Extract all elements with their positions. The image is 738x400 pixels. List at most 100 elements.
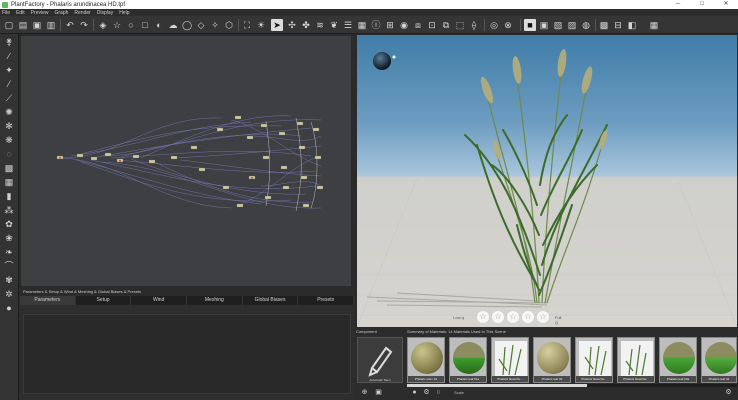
chart-icon[interactable]: ▨ [566, 19, 578, 31]
rating-star-2[interactable]: ☆ [492, 311, 504, 323]
grid-layout-icon[interactable]: ⊟ [612, 19, 624, 31]
fit-view-icon[interactable]: ⛶ [241, 19, 253, 31]
scatter-icon[interactable]: ⁂ [3, 204, 15, 216]
sun-icon[interactable]: ☀ [255, 19, 267, 31]
square-icon[interactable]: □ [139, 19, 151, 31]
settings-icon[interactable]: ⚙ [422, 388, 431, 397]
rating-star-4[interactable]: ☆ [522, 311, 534, 323]
grid-icon[interactable]: ⊞ [384, 19, 396, 31]
save-as-icon[interactable]: ▥ [45, 19, 57, 31]
material-thumb[interactable]: Phalaris leaf 04 [701, 337, 737, 383]
fern-icon[interactable]: ✺ [3, 106, 15, 118]
hide-icon[interactable]: ◎ [488, 19, 500, 31]
menu-file[interactable]: File [2, 10, 10, 16]
node-graph-editor[interactable] [20, 35, 352, 287]
rating-star-1[interactable]: ☆ [477, 311, 489, 323]
menu-display[interactable]: Display [97, 10, 113, 16]
star-icon[interactable]: ☆ [111, 19, 123, 31]
material-thumb[interactable]: Phalaris stem 01 [407, 337, 445, 383]
material-thumb[interactable]: Phalaris leaf 03a [659, 337, 697, 383]
select-arrow-icon[interactable]: ➤ [271, 19, 283, 31]
stem-icon[interactable]: ∕ [3, 50, 15, 62]
rating-star-3[interactable]: ☆ [507, 311, 519, 323]
add-icon[interactable]: ⊕ [360, 388, 369, 397]
gear-tb-icon[interactable]: ✧ [209, 19, 221, 31]
tab-wind[interactable]: Wind [131, 296, 188, 305]
menu-graph[interactable]: Graph [54, 10, 68, 16]
material-edit-icon[interactable]: ▣ [374, 388, 383, 397]
materials-scrollbar[interactable] [407, 384, 737, 387]
leaves-icon[interactable]: ✦ [3, 64, 15, 76]
grass-icon[interactable]: ⁄ [3, 78, 15, 90]
hex-icon[interactable]: ⬡ [223, 19, 235, 31]
plant-preview[interactable] [357, 35, 737, 327]
material-thumb[interactable]: Phalaris flowerhe... [575, 337, 613, 383]
options-icon[interactable]: ⚙ [724, 388, 733, 397]
camera-icon[interactable]: ◉ [398, 19, 410, 31]
node-graph-canvas[interactable] [21, 36, 352, 287]
texture-icon[interactable]: ▩ [3, 162, 15, 174]
wire-icon[interactable]: ⊗ [502, 19, 514, 31]
tab-parameters[interactable]: Parameters [20, 296, 76, 305]
tab-presets[interactable]: Presets [298, 296, 355, 305]
ruler-icon[interactable]: ⊡ [426, 19, 438, 31]
settings-tool-icon[interactable]: ✲ [3, 288, 15, 300]
render-icon[interactable]: ⧉ [440, 19, 452, 31]
material-thumb[interactable]: Phalaris flowerhe... [617, 337, 655, 383]
material-thumb[interactable]: Phalaris leaf 01a [449, 337, 487, 383]
trunk-icon[interactable]: ▮ [3, 190, 15, 202]
menu-edit[interactable]: Edit [16, 10, 25, 16]
leaf-shape-icon[interactable]: ◇ [195, 19, 207, 31]
preview-icon[interactable]: ▣ [538, 19, 550, 31]
undo-icon[interactable]: ↶ [64, 19, 76, 31]
branch-tool-icon[interactable]: ⟋ [3, 92, 15, 104]
window-icon[interactable]: ◧ [626, 19, 638, 31]
wind-icon[interactable]: ≋ [314, 19, 326, 31]
sphere-2-icon[interactable]: ◯ [181, 19, 193, 31]
save-icon[interactable]: ▣ [31, 19, 43, 31]
mesh-icon[interactable]: ▦ [356, 19, 368, 31]
maximize-button[interactable]: □ [690, 0, 714, 9]
component-preview[interactable] [357, 337, 403, 383]
branch-icon[interactable]: ✤ [300, 19, 312, 31]
sliders-icon[interactable]: ☰ [342, 19, 354, 31]
cube-icon[interactable]: ◈ [97, 19, 109, 31]
close-button[interactable]: ✕ [714, 0, 738, 9]
redo-icon[interactable]: ↷ [78, 19, 90, 31]
light-icon[interactable]: ◐ [153, 19, 165, 31]
node-icon[interactable]: ✣ [286, 19, 298, 31]
circle-icon[interactable]: ● [410, 388, 419, 397]
scrollbar-thumb[interactable] [407, 384, 587, 387]
tab-setup[interactable]: Setup [75, 296, 132, 305]
3d-viewport[interactable]: Low-q ☆ ☆ ☆ ☆ ☆ Full Q [357, 35, 737, 327]
flower-tool-icon[interactable]: ✾ [3, 274, 15, 286]
cloud-icon[interactable]: ☁ [167, 19, 179, 31]
palette-icon[interactable]: ▩ [598, 19, 610, 31]
rainbow-icon[interactable]: ◍ [580, 19, 592, 31]
paint-icon[interactable]: ▦ [3, 176, 15, 188]
view-front-icon[interactable]: ⧈ [412, 19, 424, 31]
open-file-icon[interactable]: ▤ [17, 19, 29, 31]
tree-icon[interactable]: ⚵ [3, 36, 15, 48]
brush-icon[interactable]: ❀ [3, 232, 15, 244]
menu-render[interactable]: Render [74, 10, 90, 16]
frame-icon[interactable]: ⬚ [454, 19, 466, 31]
color-icon[interactable]: ■ [524, 19, 536, 31]
flower-icon[interactable]: ❋ [3, 134, 15, 146]
new-file-icon[interactable]: ▢ [3, 19, 15, 31]
material-thumb[interactable]: Phalaris leaf 02 [533, 337, 571, 383]
dot-icon[interactable]: ○ [434, 388, 443, 397]
menu-help[interactable]: Help [119, 10, 129, 16]
menu-preview[interactable]: Preview [31, 10, 49, 16]
root-icon[interactable]: ✻ [3, 120, 15, 132]
sphere-tool-icon[interactable]: ◌ [3, 148, 15, 160]
tree-view-icon[interactable]: ⟠ [468, 19, 480, 31]
sphere-icon[interactable]: ○ [125, 19, 137, 31]
tab-meshing[interactable]: Meshing [187, 296, 243, 305]
curve-icon[interactable]: ⌒ [3, 260, 15, 272]
tab-global-biases[interactable]: Global Biases [242, 296, 299, 305]
ball-icon[interactable]: ● [3, 302, 15, 314]
layout-icon[interactable]: ▦ [648, 19, 660, 31]
leaf-icon[interactable]: ❦ [328, 19, 340, 31]
material-icon[interactable]: ▧ [552, 19, 564, 31]
